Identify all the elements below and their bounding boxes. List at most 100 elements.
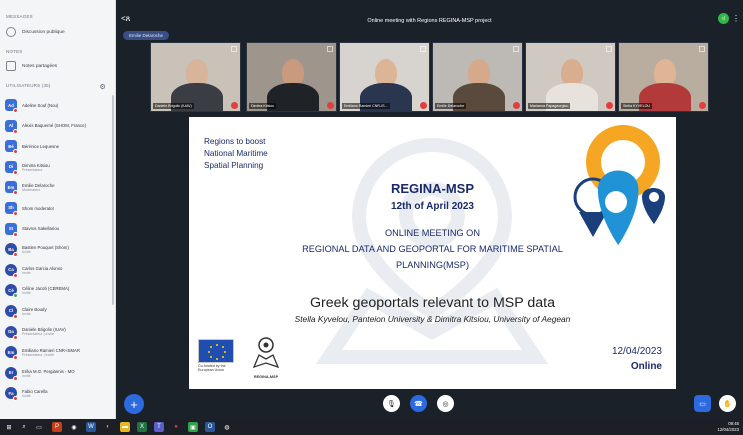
outlook-icon[interactable]: O xyxy=(205,422,215,432)
webcam-tile[interactable]: Dimitra Kitsiou xyxy=(246,42,337,112)
mic-status-icon xyxy=(13,149,18,155)
slide-meeting-line-3: PLANNING(MSP) xyxy=(396,260,469,270)
mic-status-icon xyxy=(13,334,18,340)
user-text: Daniele Brigolin (IUAV) Présentateur | In… xyxy=(22,327,66,336)
chrome-icon[interactable]: ◍ xyxy=(222,422,232,432)
slide-meeting-line-1: ONLINE MEETING ON xyxy=(385,228,480,238)
slide-tagline: Regions to boost National Maritime Spati… xyxy=(204,136,268,172)
user-name: Erika M.G. Pergiannis - MO xyxy=(22,368,75,374)
notes-section-title: NOTES xyxy=(6,49,23,54)
user-list-item[interactable]: Cé Céline Jacob (CEREMA) Invité xyxy=(0,280,112,301)
word-icon[interactable]: W xyxy=(86,422,96,432)
slide-authors: Stella Kyvelou, Panteion University & Di… xyxy=(294,314,571,324)
user-list-item[interactable]: St Stavros Sakellariou xyxy=(0,219,112,240)
firefox-icon[interactable]: ◐ xyxy=(103,422,113,432)
presenter-pill[interactable]: Emilie Delaroche xyxy=(123,31,170,40)
webcam-label: Dimitra Kitsiou xyxy=(249,103,277,109)
regina-logo: REGINA-MSP xyxy=(251,335,281,379)
webcam-tile[interactable]: Emiliano Ramieri CNR-IS... xyxy=(339,42,430,112)
mic-status-icon xyxy=(13,231,18,237)
presentation-toggle-button[interactable]: ▭ xyxy=(694,395,711,412)
muted-mic-icon xyxy=(606,102,613,109)
mic-status-icon xyxy=(13,108,18,113)
expand-icon[interactable] xyxy=(513,46,519,52)
hand-raise-button[interactable]: ✋ xyxy=(719,395,736,412)
windows-start-icon[interactable]: ⊞ xyxy=(4,422,14,432)
mic-status-icon xyxy=(13,169,18,175)
powerpoint-icon[interactable]: P xyxy=(52,422,62,432)
user-list-item[interactable]: Al Alexis Baquerné (SHOM, France) xyxy=(0,116,112,137)
webcam-label: Emilie Delaroche xyxy=(435,103,467,109)
more-options-icon[interactable]: ⋮ xyxy=(732,14,740,23)
search-icon[interactable]: ⌕ xyxy=(19,422,29,432)
user-list-item[interactable]: Ba Bastien Pouquet (Shom) Invité xyxy=(0,239,112,260)
user-list-item[interactable]: Di Dimitra Kitsiou Présentateur xyxy=(0,157,112,178)
users-section-title: UTILISATEURS (35) ⚙ xyxy=(0,83,115,91)
audio-button[interactable]: ☎ xyxy=(410,395,427,412)
shared-notes-label: Notes partagées xyxy=(22,63,58,69)
webcam-tile[interactable]: Stella KYVELOU xyxy=(618,42,709,112)
webcam-tile[interactable]: Marianna Papageorgiou xyxy=(525,42,616,112)
user-text: Erika M.G. Pergiannis - MO Invité xyxy=(22,369,75,378)
expand-icon[interactable] xyxy=(420,46,426,52)
muted-mic-icon xyxy=(327,102,334,109)
expand-icon[interactable] xyxy=(699,46,705,52)
slide-project-name: REGINA-MSP xyxy=(390,181,475,196)
camera-button[interactable]: ◎ xyxy=(437,395,454,412)
user-list-item[interactable]: Fa Fabio Carella Invité xyxy=(0,383,112,404)
user-list-scrollbar[interactable] xyxy=(112,95,114,305)
user-text: Alexis Baquerné (SHOM, France) xyxy=(22,123,86,128)
top-bar: <ጸ Online meeting with Regions REGINA-MS… xyxy=(116,0,743,40)
tagline-line-1: Regions to boost xyxy=(204,137,266,146)
slide-event-date: 12th of April 2023 xyxy=(391,201,474,212)
user-text: Shom moderator xyxy=(22,206,54,211)
app-red-icon[interactable]: ● xyxy=(171,422,181,432)
user-list-item[interactable]: Bé Bérénice Lequesne xyxy=(0,136,112,157)
user-text: Bérénice Lequesne xyxy=(22,144,59,149)
user-text: Emilie Delaroche Modérateur xyxy=(22,183,54,192)
screen: MESSAGES Discussion publique NOTES Notes… xyxy=(0,0,743,435)
chat-icon xyxy=(6,27,16,37)
user-list-item[interactable]: Er Erika M.G. Pergiannis - MO Invité xyxy=(0,363,112,384)
user-role: Modérateur xyxy=(22,188,41,193)
shared-notes-link[interactable]: Notes partagées xyxy=(6,61,57,71)
user-list: Ad Adeline Souf (Nou) Al Alexis Baquerné (S… xyxy=(0,95,112,404)
public-chat-link[interactable]: Discussion publique xyxy=(6,27,65,37)
system-clock[interactable]: 09:45 12/04/2023 xyxy=(717,421,739,433)
actions-plus-button[interactable]: + xyxy=(124,394,144,414)
slide-date-small: 12/04/2023 xyxy=(611,346,662,357)
user-list-item[interactable]: Em Emiliano Ramieri CNR-ISMAR Présentateur… xyxy=(0,342,112,363)
user-name: Bérénice Lequesne xyxy=(22,143,60,149)
excel-icon[interactable]: X xyxy=(137,422,147,432)
mic-status-icon xyxy=(13,128,18,134)
user-text: Bastien Pouquet (Shom) Invité xyxy=(22,245,69,254)
expand-icon[interactable] xyxy=(231,46,237,52)
app-icon[interactable]: ◉ xyxy=(69,422,79,432)
user-list-item[interactable]: Em Emilie Delaroche Modérateur xyxy=(0,177,112,198)
user-list-item[interactable]: Sh Shom moderator xyxy=(0,198,112,219)
user-list-item[interactable]: Da Daniele Brigolin (IUAV) Présentateur | … xyxy=(0,322,112,343)
user-role: Présentateur | Invité xyxy=(22,332,55,337)
teams-icon[interactable]: T xyxy=(154,422,164,432)
gear-icon[interactable]: ⚙ xyxy=(100,83,110,91)
user-name: Stavros Sakellariou xyxy=(22,226,60,232)
user-list-item[interactable]: Ad Adeline Souf (Nou) xyxy=(0,95,112,116)
webcam-tile[interactable]: Emilie Delaroche xyxy=(432,42,523,112)
connection-status-icon[interactable]: ıl xyxy=(718,13,729,24)
file-explorer-icon[interactable]: ▬ xyxy=(120,422,130,432)
task-view-icon[interactable]: ▭ xyxy=(34,422,44,432)
app-green-icon[interactable]: ▣ xyxy=(188,422,198,432)
microphone-button[interactable]: 🎙 xyxy=(383,395,400,412)
webcam-label: Stella KYVELOU xyxy=(621,103,652,109)
user-name: Alexis Baquerné (SHOM, France) xyxy=(22,123,86,129)
eu-logo: Co-funded by the European Union xyxy=(198,339,236,379)
expand-icon[interactable] xyxy=(327,46,333,52)
user-list-item[interactable]: Cl Claire Boudy Invité xyxy=(0,301,112,322)
muted-mic-icon xyxy=(420,102,427,109)
mic-status-icon xyxy=(13,375,18,381)
webcam-tile[interactable]: Daniele Brigolin (IUAV) xyxy=(150,42,241,112)
user-list-item[interactable]: Ca Carlos Garcia Alonso Invité xyxy=(0,260,112,281)
user-role: Invité xyxy=(22,311,31,316)
expand-icon[interactable] xyxy=(606,46,612,52)
mic-status-icon xyxy=(13,313,18,319)
